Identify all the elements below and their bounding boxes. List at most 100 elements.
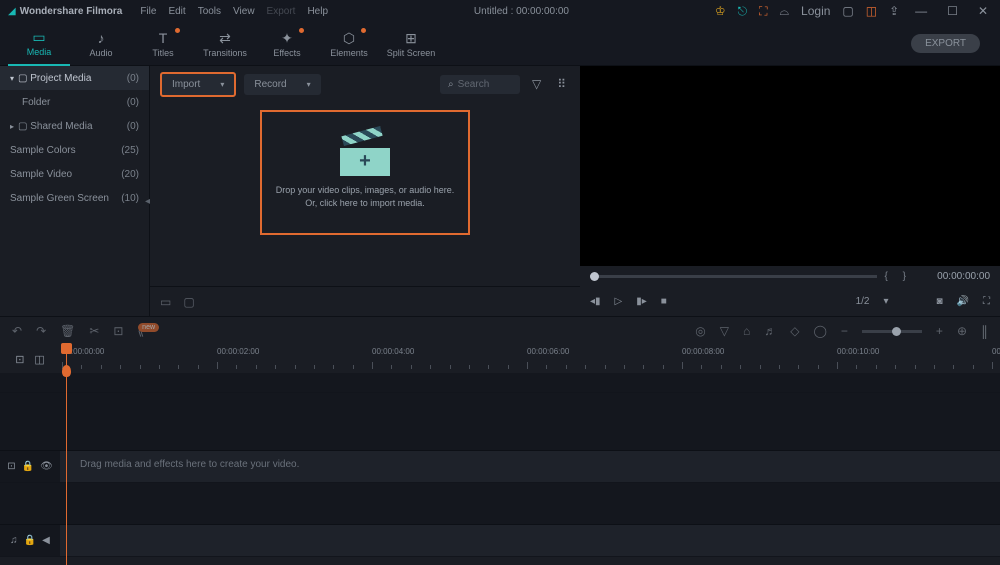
tab-media[interactable]: ▭Media (8, 22, 70, 66)
ruler-mark: 00:00:10:00 (837, 347, 879, 356)
tab-split-screen[interactable]: ⊞Split Screen (380, 22, 442, 66)
split-screen-icon: ⊞ (405, 30, 417, 46)
transitions-icon: ⇄ (219, 30, 231, 46)
zoom-out-button[interactable]: − (841, 324, 848, 338)
ruler-mark: 00:00:08:00 (682, 347, 724, 356)
menu-edit[interactable]: Edit (168, 6, 185, 17)
crop-button[interactable]: ⊡ (113, 324, 123, 338)
play-button[interactable]: ▷ (615, 296, 623, 307)
video-track-1[interactable]: Drag media and effects here to create yo… (60, 451, 1000, 482)
sidebar-item-sample-colors[interactable]: Sample Colors(25) (0, 138, 149, 162)
split-button[interactable]: ✂ (89, 324, 99, 338)
track-mute-icon[interactable]: ◀ (42, 535, 50, 546)
timeline-ruler[interactable]: 00:00:00:0000:00:02:0000:00:04:0000:00:0… (60, 345, 1000, 373)
cart-icon[interactable]: ⛶ (759, 4, 767, 19)
collapse-sidebar-icon[interactable]: ◂ (145, 196, 150, 207)
gift-icon[interactable]: ⌓ (780, 4, 790, 19)
marker-button[interactable]: ▽ (720, 324, 729, 338)
zoom-in-button[interactable]: + (936, 324, 943, 338)
zoom-level[interactable]: 1/2 (856, 296, 870, 307)
ruler-mark: 00:00:06:00 (527, 347, 569, 356)
login-link[interactable]: Login (801, 4, 830, 18)
fullscreen-button[interactable]: ⛶ (983, 296, 990, 307)
track-visibility-icon[interactable]: 👁 (40, 461, 53, 472)
stop-button[interactable]: ■ (661, 296, 667, 307)
tab-transitions[interactable]: ⇄Transitions (194, 22, 256, 66)
zoom-fit-button[interactable]: ⊕ (957, 324, 967, 338)
video-track-head[interactable]: ⊡ 🔒 👁 (0, 451, 60, 482)
mixer-button[interactable]: ♬ (764, 324, 776, 338)
redo-button[interactable]: ↷ (36, 324, 46, 338)
render-button[interactable]: ◎ (695, 324, 705, 338)
account-icon[interactable]: ⇪ (889, 4, 899, 18)
minimize-button[interactable]: — (911, 4, 931, 18)
save-icon[interactable]: ▢ (842, 4, 853, 18)
sidebar-item-sample-video[interactable]: Sample Video(20) (0, 162, 149, 186)
sidebar-item-sample-green-screen[interactable]: Sample Green Screen(10) (0, 186, 149, 210)
chevron-down-icon[interactable]: ▾ (883, 296, 888, 307)
preview-scrubber[interactable] (590, 275, 877, 278)
audio-track-1[interactable] (60, 525, 1000, 556)
volume-button[interactable]: 🔊 (957, 296, 969, 307)
sidebar-item-shared-media[interactable]: ▸▢ Shared Media(0) (0, 114, 149, 138)
zoom-slider[interactable] (862, 330, 922, 333)
playhead[interactable] (66, 345, 67, 565)
maximize-button[interactable]: ☐ (943, 4, 962, 18)
folder-icon[interactable]: ▢ (183, 295, 194, 309)
preview-video[interactable] (580, 66, 1000, 266)
menu-file[interactable]: File (140, 6, 156, 17)
search-icon: ⌕ (448, 79, 454, 90)
prev-frame-button[interactable]: ◂▮ (590, 296, 601, 307)
keyframe-button[interactable]: ◇ (790, 324, 799, 338)
tab-titles[interactable]: TTitles (132, 22, 194, 66)
chevron-down-icon: ▾ (307, 80, 311, 89)
mark-in-out-icon[interactable]: { } (885, 271, 912, 282)
track-link-icon[interactable]: ⊡ (7, 461, 15, 472)
timeline-settings-button[interactable]: ∥ (981, 323, 988, 340)
record-dropdown[interactable]: Record▾ (244, 74, 320, 95)
track-lock-icon[interactable]: 🔒 (24, 535, 36, 546)
filter-icon[interactable]: ▽ (528, 77, 545, 91)
import-dropdown[interactable]: Import▾ (160, 72, 236, 97)
undo-button[interactable]: ↶ (12, 324, 22, 338)
timeline-view-toggle-icon[interactable]: ⊡ (15, 353, 24, 366)
crown-icon[interactable]: ♔ (715, 4, 726, 18)
ruler-mark: 00:00:04:00 (372, 347, 414, 356)
chevron-down-icon: ▾ (220, 80, 224, 89)
grid-view-icon[interactable]: ⠿ (553, 77, 570, 91)
sidebar-item-folder[interactable]: Folder(0) (0, 90, 149, 114)
module-tabs: ▭Media ♪Audio TTitles ⇄Transitions ✦Effe… (0, 22, 1000, 66)
tab-effects[interactable]: ✦Effects (256, 22, 318, 66)
sidebar-item-project-media[interactable]: ▾▢ Project Media(0) (0, 66, 149, 90)
delete-button[interactable]: 🗑 (60, 324, 75, 338)
snapshot-button[interactable]: ◙ (937, 296, 943, 307)
media-icon: ▭ (32, 29, 45, 45)
clapperboard-icon: + (340, 136, 390, 176)
record-button[interactable]: ◯ (813, 324, 826, 338)
audio-icon: ♪ (98, 30, 105, 46)
next-frame-button[interactable]: ▮▸ (636, 296, 647, 307)
media-sidebar: ▾▢ Project Media(0) Folder(0) ▸▢ Shared … (0, 66, 150, 316)
tab-elements[interactable]: ⬡Elements (318, 22, 380, 66)
menu-tools[interactable]: Tools (198, 6, 221, 17)
timeline-panel: ↶ ↷ 🗑 ✂ ⊡ ⟪new ◎ ▽ ⌂ ♬ ◇ ◯ − + ⊕ ∥ ⊡ ◫ 0… (0, 316, 1000, 564)
track-lock-icon[interactable]: 🔒 (22, 461, 34, 472)
menu-help[interactable]: Help (307, 6, 328, 17)
audio-track-head[interactable]: ♫ 🔒 ◀ (0, 525, 60, 556)
search-input[interactable]: ⌕Search (440, 75, 520, 94)
export-button[interactable]: EXPORT (911, 34, 980, 53)
speed-button[interactable]: ⟪new (137, 324, 159, 338)
voiceover-button[interactable]: ⌂ (743, 324, 750, 338)
elements-icon: ⬡ (343, 30, 355, 46)
menu-view[interactable]: View (233, 6, 255, 17)
menu-export[interactable]: Export (267, 6, 296, 17)
support-icon[interactable]: ⎋ (738, 4, 748, 19)
effects-icon: ✦ (281, 30, 293, 46)
notification-icon[interactable]: ◫ (866, 4, 877, 18)
timeline-options-icon[interactable]: ◫ (34, 353, 44, 366)
track-audio-icon[interactable]: ♫ (10, 535, 18, 546)
import-drop-zone[interactable]: + Drop your video clips, images, or audi… (260, 110, 470, 235)
close-button[interactable]: ✕ (974, 4, 992, 18)
tab-audio[interactable]: ♪Audio (70, 22, 132, 66)
new-folder-icon[interactable]: ▭ (160, 295, 171, 309)
